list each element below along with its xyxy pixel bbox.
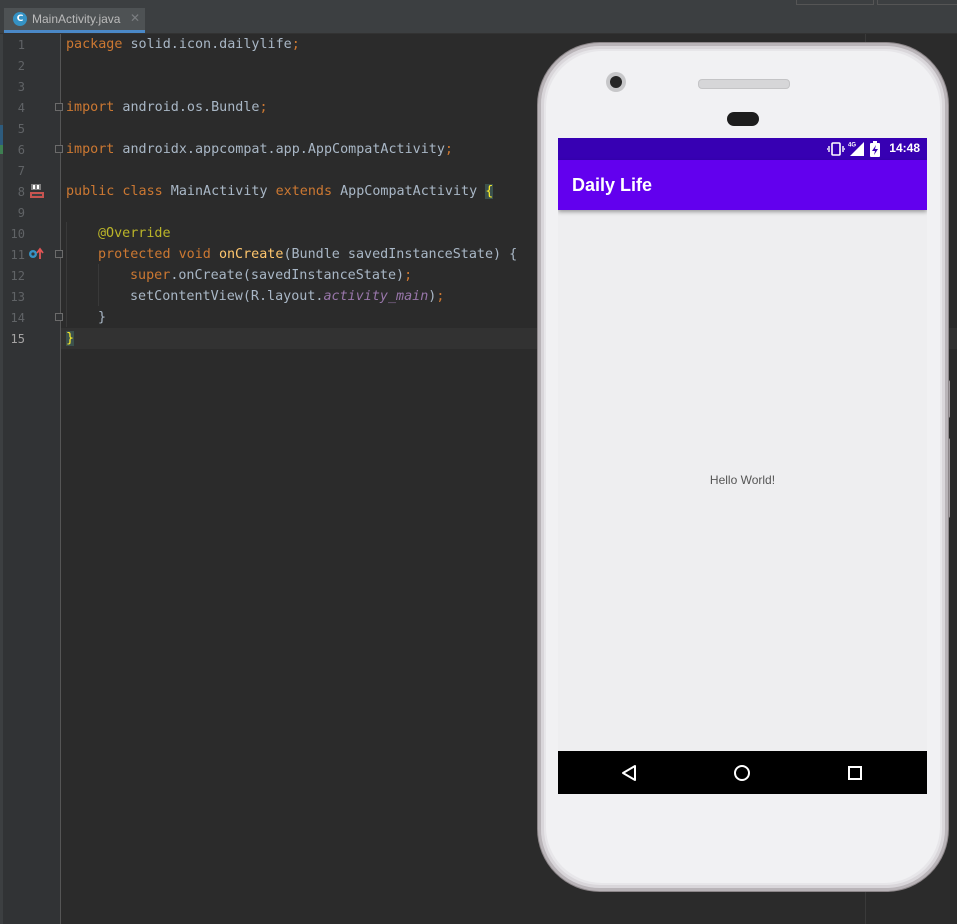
app-bar: Daily Life xyxy=(558,160,927,210)
line-number: 3 xyxy=(17,80,25,94)
fold-marker[interactable] xyxy=(55,313,63,321)
code-line-14[interactable]: } xyxy=(98,307,106,328)
line-number: 6 xyxy=(17,143,25,157)
java-class-icon: C xyxy=(13,12,27,26)
app-title: Daily Life xyxy=(572,175,653,195)
line-number: 7 xyxy=(17,164,25,178)
4g-signal-icon: 4G xyxy=(848,141,864,156)
code-line-10[interactable]: @Override xyxy=(98,223,171,244)
code-line-13[interactable]: setContentView(R.layout.activity_main); xyxy=(130,286,444,307)
status-bar: 4G 14:48 xyxy=(558,138,927,160)
recents-icon[interactable] xyxy=(847,765,863,781)
code-line-15[interactable]: } xyxy=(66,328,75,349)
line-number: 8 xyxy=(17,185,25,199)
close-icon[interactable]: ✕ xyxy=(130,11,140,25)
editor-gutter: 1 2 3 4 5 6 7 8 9 10 11 12 13 14 15 xyxy=(3,34,60,924)
tab-main-activity[interactable]: C MainActivity.java ✕ xyxy=(4,8,145,33)
indent-guide xyxy=(66,222,67,327)
status-time: 14:48 xyxy=(889,141,920,155)
back-icon[interactable] xyxy=(620,764,638,782)
line-number: 1 xyxy=(17,38,25,52)
hello-text: Hello World! xyxy=(709,473,776,487)
code-line-11[interactable]: protected void onCreate(Bundle savedInst… xyxy=(98,244,517,265)
device-screen[interactable]: 4G 14:48 Daily Life Hello World! xyxy=(558,138,927,794)
line-number: 11 xyxy=(10,248,25,262)
home-icon[interactable] xyxy=(733,764,751,782)
fold-marker[interactable] xyxy=(55,145,63,153)
code-line-12[interactable]: super.onCreate(savedInstanceState); xyxy=(130,265,412,286)
code-line-6[interactable]: import androidx.appcompat.app.AppCompatA… xyxy=(66,139,453,160)
override-method-icon[interactable] xyxy=(28,247,44,261)
line-number: 10 xyxy=(10,227,25,241)
line-number: 13 xyxy=(10,290,25,304)
editor-tab-bar: C MainActivity.java ✕ xyxy=(0,0,957,34)
gutter-divider xyxy=(60,34,61,924)
line-number-current: 15 xyxy=(10,332,25,346)
line-number: 14 xyxy=(10,311,25,325)
line-number: 5 xyxy=(17,122,25,136)
run-class-icon[interactable] xyxy=(29,183,45,199)
code-line-1[interactable]: package solid.icon.dailylife; xyxy=(66,34,300,55)
svg-text:4G: 4G xyxy=(848,143,856,149)
line-number: 9 xyxy=(17,206,25,220)
fold-marker[interactable] xyxy=(55,250,63,258)
vibrate-icon xyxy=(827,142,845,156)
line-number: 4 xyxy=(17,101,25,115)
earpiece-speaker xyxy=(698,79,790,89)
code-line-8[interactable]: public class MainActivity extends AppCom… xyxy=(66,181,494,202)
toolbar-frame xyxy=(796,0,874,5)
battery-charging-icon xyxy=(870,141,880,157)
line-number: 12 xyxy=(10,269,25,283)
proximity-sensor xyxy=(727,112,759,126)
code-line-4[interactable]: import android.os.Bundle; xyxy=(66,97,268,118)
indent-guide xyxy=(98,264,99,306)
front-camera xyxy=(606,72,626,92)
fold-marker[interactable] xyxy=(55,103,63,111)
toolbar-frame xyxy=(877,0,957,5)
tab-label: MainActivity.java xyxy=(32,12,121,26)
navigation-bar xyxy=(558,751,927,794)
line-number: 2 xyxy=(17,59,25,73)
